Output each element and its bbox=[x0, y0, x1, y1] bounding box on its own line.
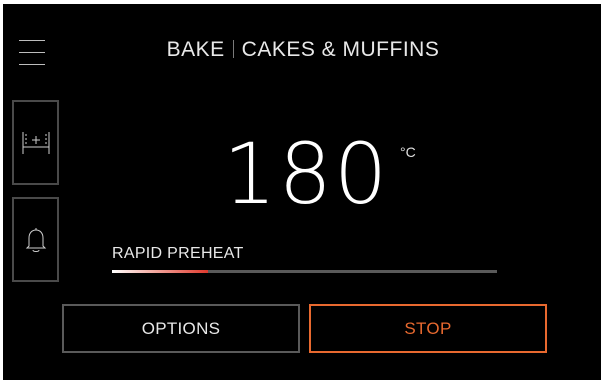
stop-button[interactable]: STOP bbox=[309, 304, 547, 353]
shelf-position-button[interactable] bbox=[12, 100, 59, 185]
status-label: RAPID PREHEAT bbox=[112, 245, 244, 262]
program-label: CAKES & MUFFINS bbox=[241, 38, 440, 61]
bell-icon bbox=[25, 227, 46, 252]
preheat-progress-fill bbox=[112, 270, 209, 273]
mode-label: BAKE bbox=[166, 38, 225, 61]
title-separator bbox=[232, 40, 234, 58]
preheat-progress-bar bbox=[112, 270, 497, 273]
options-button[interactable]: OPTIONS bbox=[62, 304, 300, 353]
timer-button[interactable] bbox=[12, 197, 59, 282]
temperature-unit: °C bbox=[400, 144, 416, 160]
oven-screen: BAKE CAKES & MUFFINS 180 °C RAPID PREHEA… bbox=[3, 4, 601, 380]
oven-shelf-icon bbox=[22, 131, 49, 154]
page-title: BAKE CAKES & MUFFINS bbox=[93, 38, 513, 62]
temperature-value[interactable]: 180 bbox=[223, 132, 389, 216]
menu-button[interactable] bbox=[19, 40, 47, 68]
